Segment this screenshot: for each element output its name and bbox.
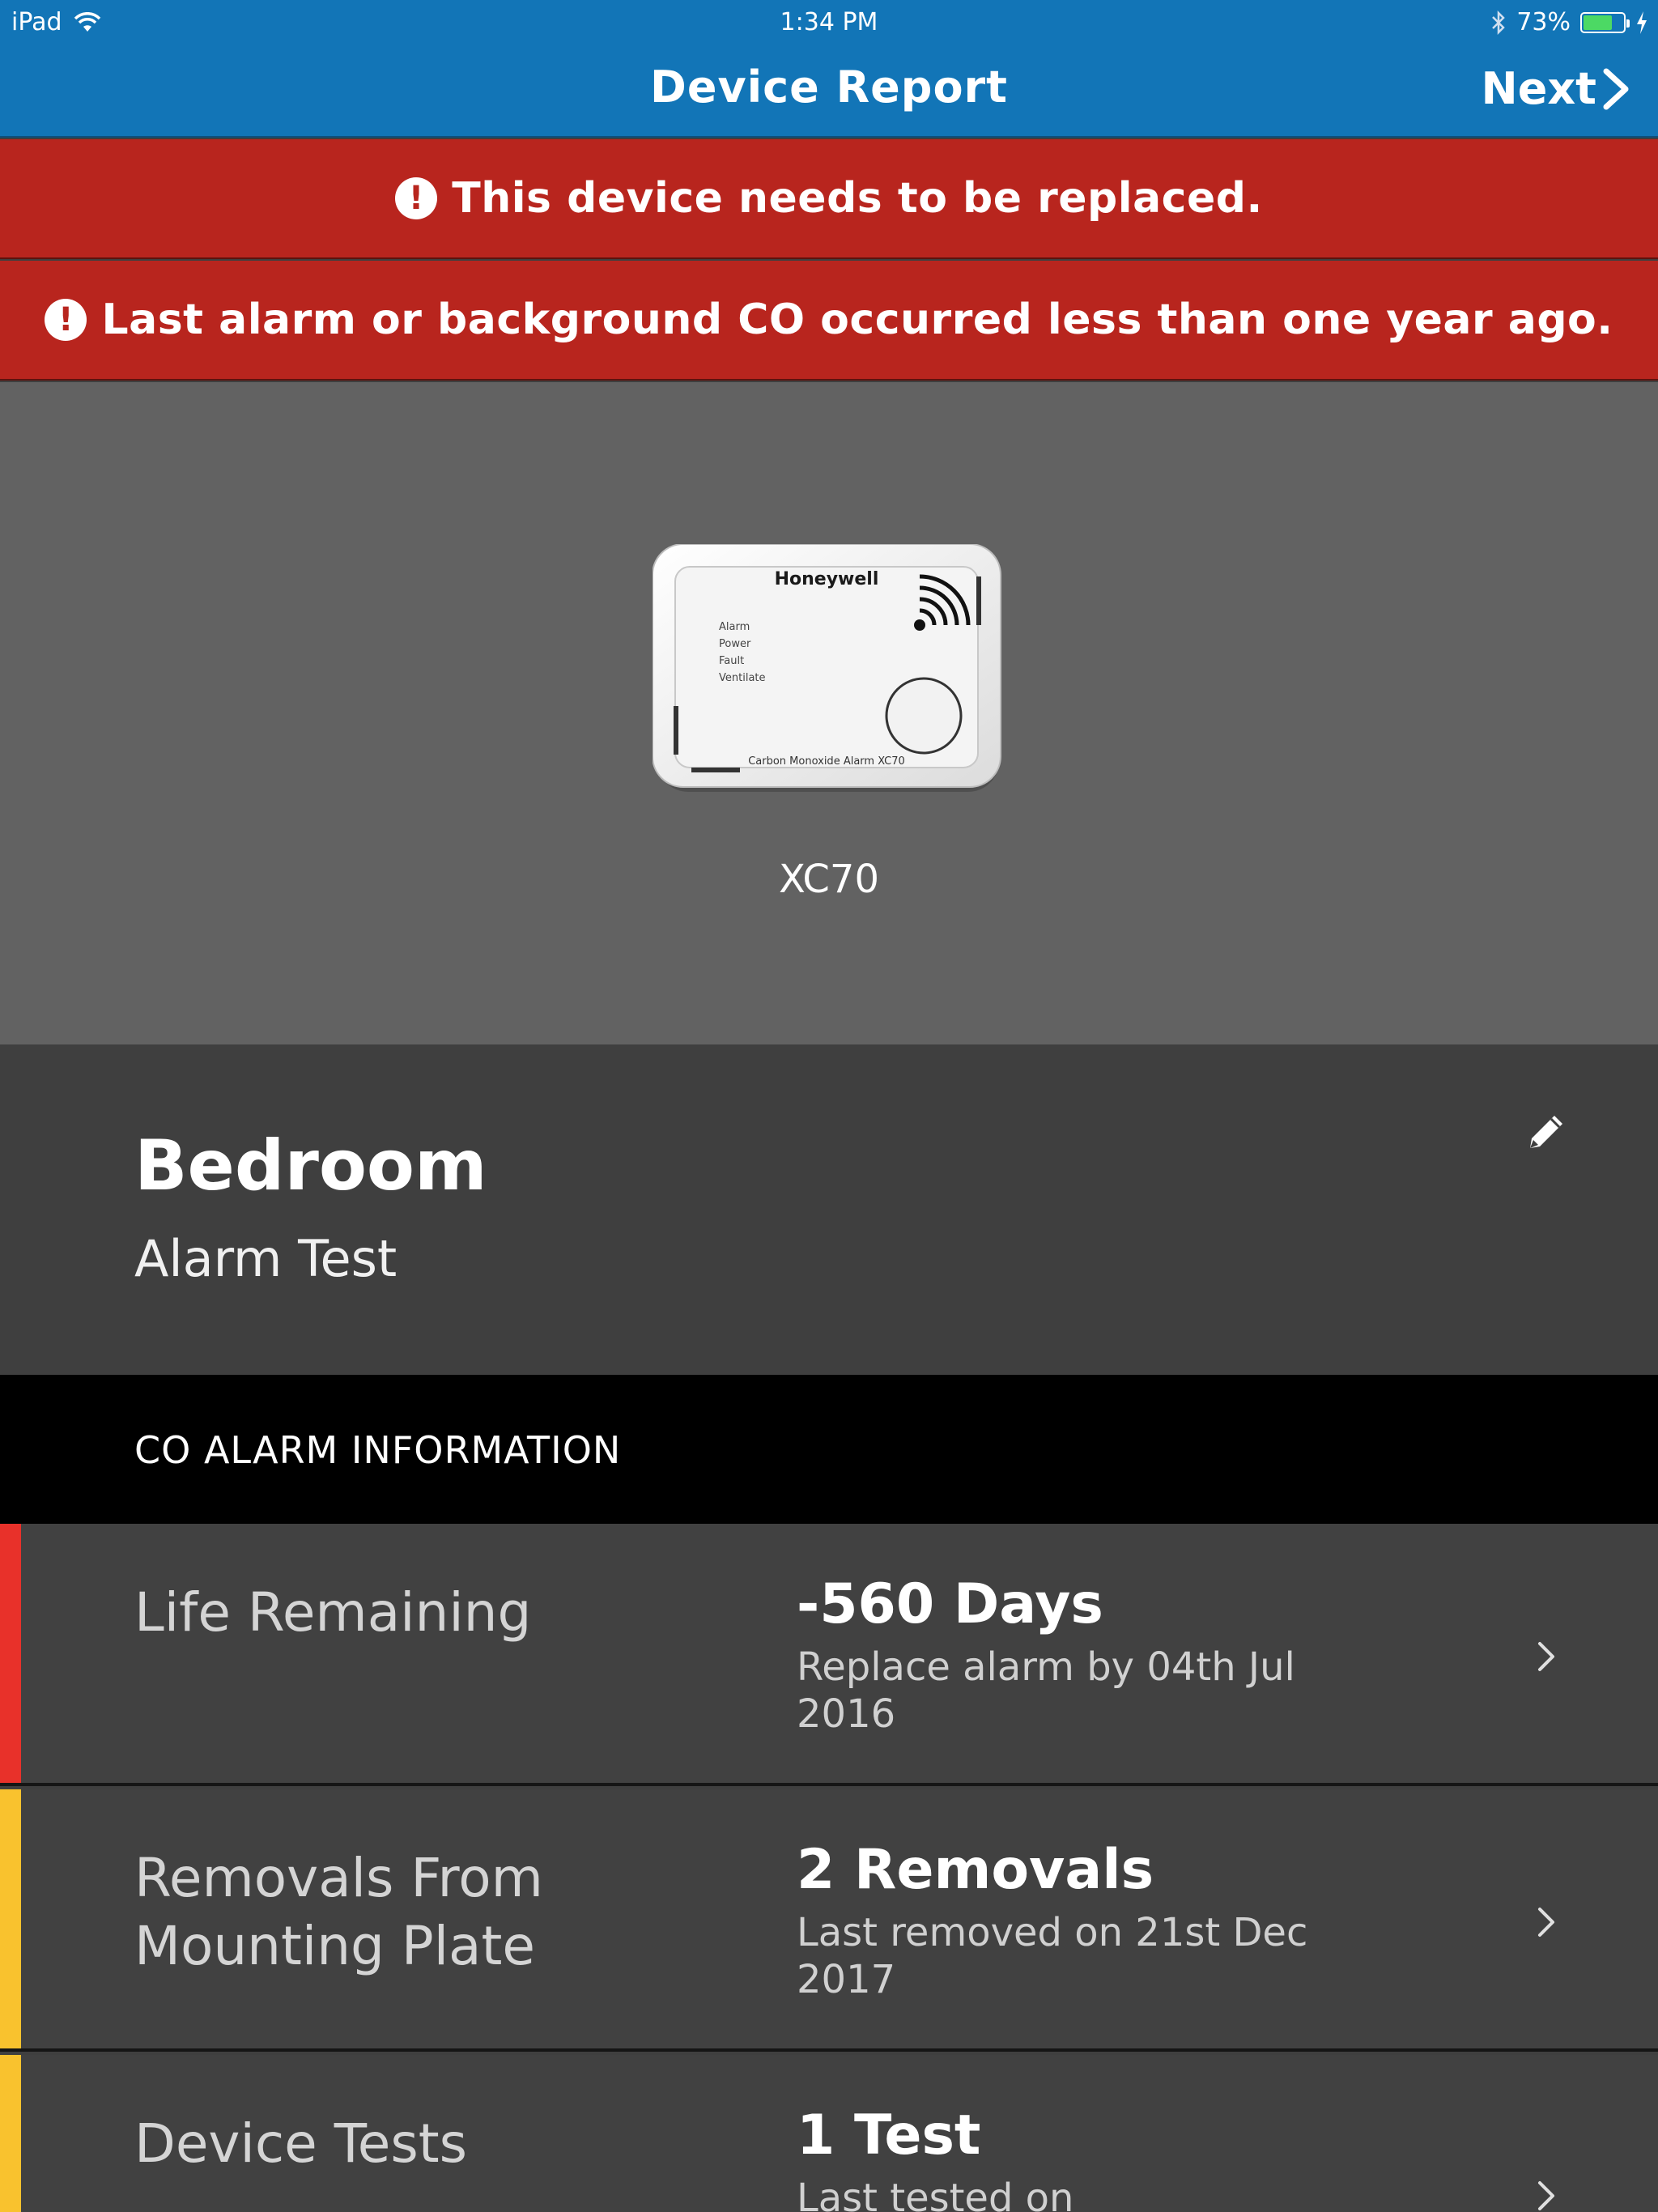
replace-warning-banner: ! This device needs to be replaced. (0, 139, 1658, 259)
chevron-right-icon (1538, 2181, 1554, 2210)
indicator-power: Power (719, 638, 751, 650)
life-remaining-row[interactable]: Life Remaining -560 Days Replace alarm b… (0, 1524, 1658, 1786)
section-header: CO ALARM INFORMATION (0, 1375, 1658, 1524)
row-label: Life Remaining (134, 1581, 532, 1644)
charging-bolt-icon (1637, 11, 1647, 34)
section-title: CO ALARM INFORMATION (134, 1428, 622, 1472)
location-name: Bedroom (134, 1125, 487, 1206)
device-image-area: Honeywell Alarm Power Fault Ventilate Ca… (0, 382, 1658, 1044)
device-model: XC70 (779, 857, 879, 902)
battery-icon (1580, 11, 1630, 33)
exclamation-circle-icon: ! (395, 177, 438, 219)
next-button[interactable]: Next (1482, 63, 1630, 114)
status-bar: iPad 1:34 PM 73% (0, 0, 1658, 45)
chevron-right-icon (1603, 68, 1629, 109)
bluetooth-icon (1492, 10, 1506, 35)
battery-percent: 73% (1516, 8, 1571, 36)
co-alarm-device-image: Honeywell Alarm Power Fault Ventilate Ca… (653, 544, 1001, 792)
indicator-ventilate: Ventilate (719, 672, 766, 684)
status-indicator-red (0, 1524, 21, 1783)
status-time: 1:34 PM (780, 8, 878, 36)
status-indicator-yellow (0, 2055, 21, 2212)
row-value: 1 Test (797, 2104, 981, 2167)
indicator-fault: Fault (719, 655, 744, 667)
next-button-label: Next (1481, 63, 1596, 114)
page-title: Device Report (650, 62, 1008, 113)
pencil-edit-icon[interactable] (1522, 1108, 1571, 1156)
row-detail: Last tested on (797, 2176, 1074, 2212)
device-location-section: Bedroom Alarm Test (0, 1044, 1658, 1375)
removals-row[interactable]: Removals From Mounting Plate 2 Removals … (0, 1789, 1658, 2052)
test-button (885, 677, 963, 755)
device-tests-row[interactable]: Device Tests 1 Test Last tested on (0, 2055, 1658, 2212)
row-value: -560 Days (797, 1572, 1103, 1636)
row-value: 2 Removals (797, 1838, 1154, 1902)
row-label: Removals From Mounting Plate (134, 1847, 543, 1977)
device-caption: Carbon Monoxide Alarm XC70 (748, 755, 905, 768)
row-detail: Replace alarm by 04th Jul 2016 (797, 1644, 1295, 1737)
row-detail: Last removed on 21st Dec 2017 (797, 1910, 1308, 2002)
indicator-alarm: Alarm (719, 621, 750, 633)
navigation-bar: iPad 1:34 PM 73% Device Report Next (0, 0, 1658, 138)
banner-text: Last alarm or background CO occurred les… (101, 296, 1613, 344)
status-indicator-yellow (0, 1789, 21, 2048)
row-label: Device Tests (134, 2112, 468, 2175)
device-brand: Honeywell (775, 569, 879, 589)
exclamation-circle-icon: ! (45, 299, 87, 341)
co-warning-banner: ! Last alarm or background CO occurred l… (0, 261, 1658, 381)
chevron-right-icon (1538, 1908, 1554, 1937)
banner-text: This device needs to be replaced. (452, 174, 1263, 223)
chevron-right-icon (1538, 1642, 1554, 1671)
location-subtitle: Alarm Test (134, 1229, 397, 1288)
